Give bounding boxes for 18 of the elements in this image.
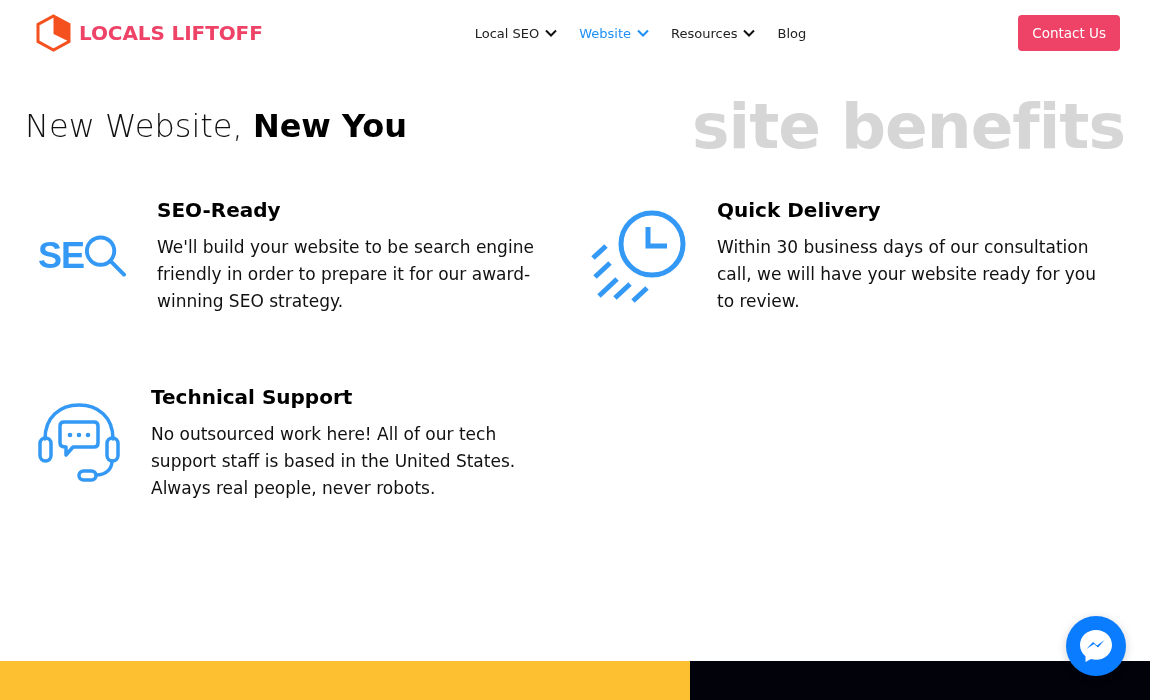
logo-text: LOCALS LIFTOFF <box>79 21 263 45</box>
feature-title: Technical Support <box>151 384 354 411</box>
feature-title: Quick Delivery <box>717 197 882 224</box>
magnifier-icon <box>84 234 126 277</box>
nav-link[interactable]: Blog <box>777 25 807 41</box>
nav-link[interactable]: Local SEO <box>474 25 558 41</box>
hexagon-logo-icon <box>36 14 71 52</box>
feature-description: No outsourced work here! All of our tech support staff is based in the United States. Always real people, never robots. <box>151 423 517 500</box>
chat-button[interactable] <box>1066 616 1126 676</box>
seo-letters: SE <box>38 237 85 274</box>
feature-description: Within 30 business days of our consultation call, we will have your website ready for you to review. <box>717 236 1098 313</box>
headset-chat-icon <box>38 403 120 482</box>
feature-description: We'll build your website to be search engine friendly in order to prepare it for our award-winning SEO strategy. <box>157 236 535 313</box>
page-heading: New Website, New You <box>25 107 408 145</box>
nav-link[interactable]: Resources <box>671 25 756 41</box>
chat-bubble-icon <box>1079 629 1113 663</box>
feature-title: SEO-Ready <box>157 197 282 224</box>
contact-button[interactable]: Contact Us <box>1018 15 1120 51</box>
